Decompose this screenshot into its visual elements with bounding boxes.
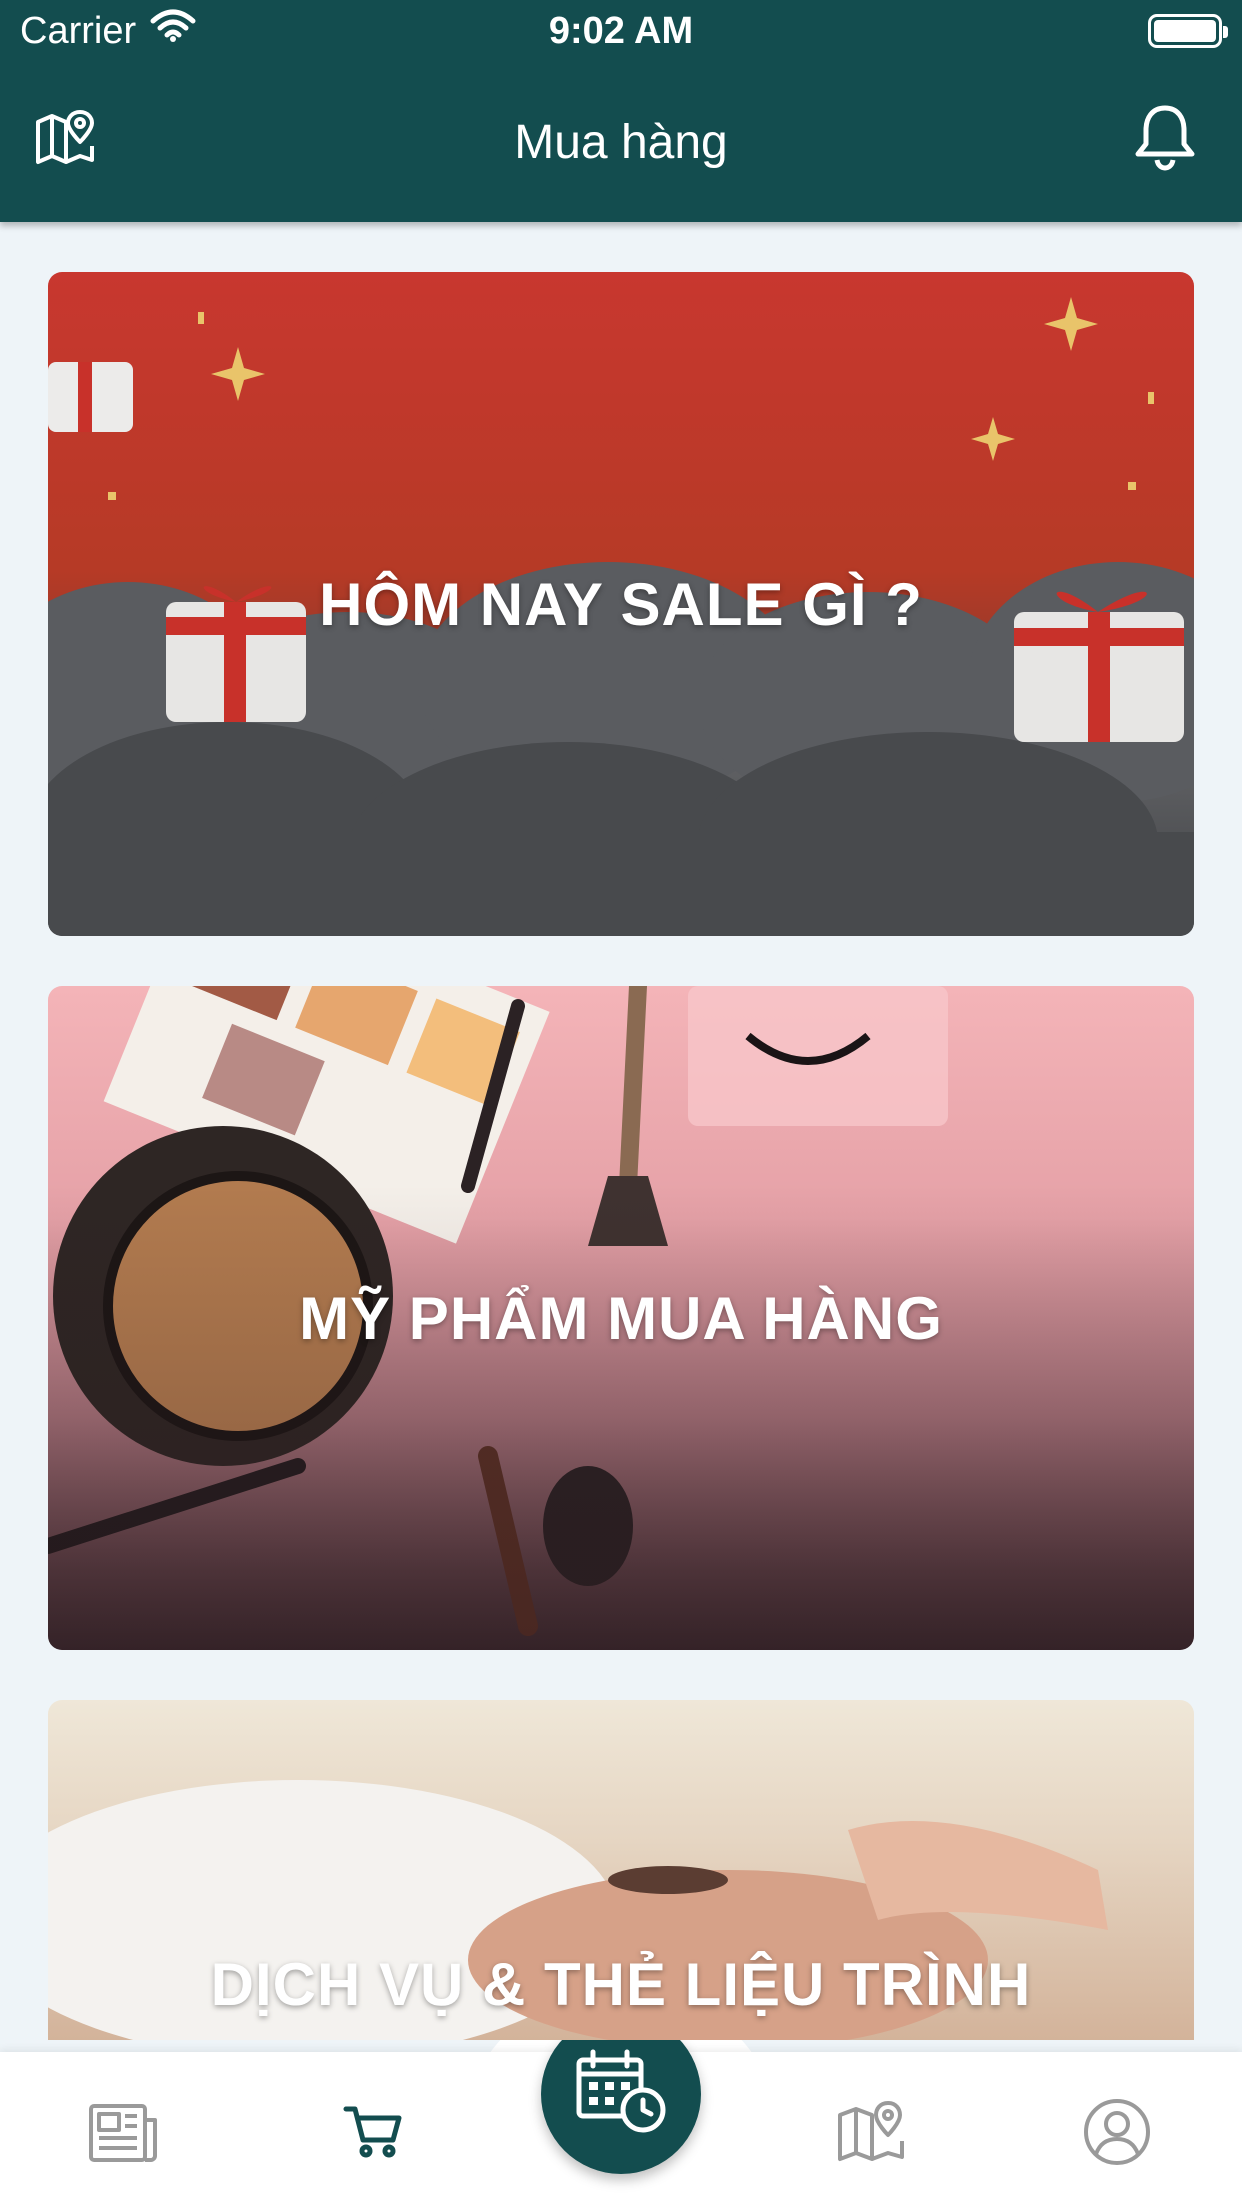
newspaper-icon <box>87 2100 159 2169</box>
tab-news[interactable] <box>78 2094 168 2174</box>
status-bar: Carrier 9:02 AM <box>0 0 1242 62</box>
spa-card-title: DỊCH VỤ & THẺ LIỆU TRÌNH <box>210 1951 1032 2018</box>
cart-icon <box>343 2104 403 2165</box>
spa-service-card[interactable]: DỊCH VỤ & THẺ LIỆU TRÌNH <box>48 1700 1194 2040</box>
battery-icon <box>1148 14 1228 48</box>
bell-icon[interactable] <box>1132 102 1198 179</box>
tab-cart[interactable] <box>328 2094 418 2174</box>
map-pin-icon[interactable] <box>34 108 96 175</box>
page-title: Mua hàng <box>514 115 728 169</box>
sale-card-title: HÔM NAY SALE GÌ ? <box>319 570 923 638</box>
calendar-clock-icon <box>573 2048 669 2141</box>
wifi-icon <box>150 9 196 53</box>
sale-card[interactable]: HÔM NAY SALE GÌ ? <box>48 272 1194 936</box>
carrier-label: Carrier <box>20 9 137 52</box>
nav-bar: Mua hàng <box>0 92 1242 192</box>
app-header: Carrier 9:02 AM Mua hàng <box>0 0 1242 222</box>
tab-profile[interactable] <box>1072 2094 1162 2174</box>
cosmetics-card[interactable]: MỸ PHẨM MUA HÀNG <box>48 986 1194 1650</box>
cosmetics-card-title: MỸ PHẨM MUA HÀNG <box>299 1284 943 1352</box>
map-icon <box>836 2099 906 2170</box>
tab-map[interactable] <box>826 2094 916 2174</box>
user-circle-icon <box>1082 2097 1152 2172</box>
